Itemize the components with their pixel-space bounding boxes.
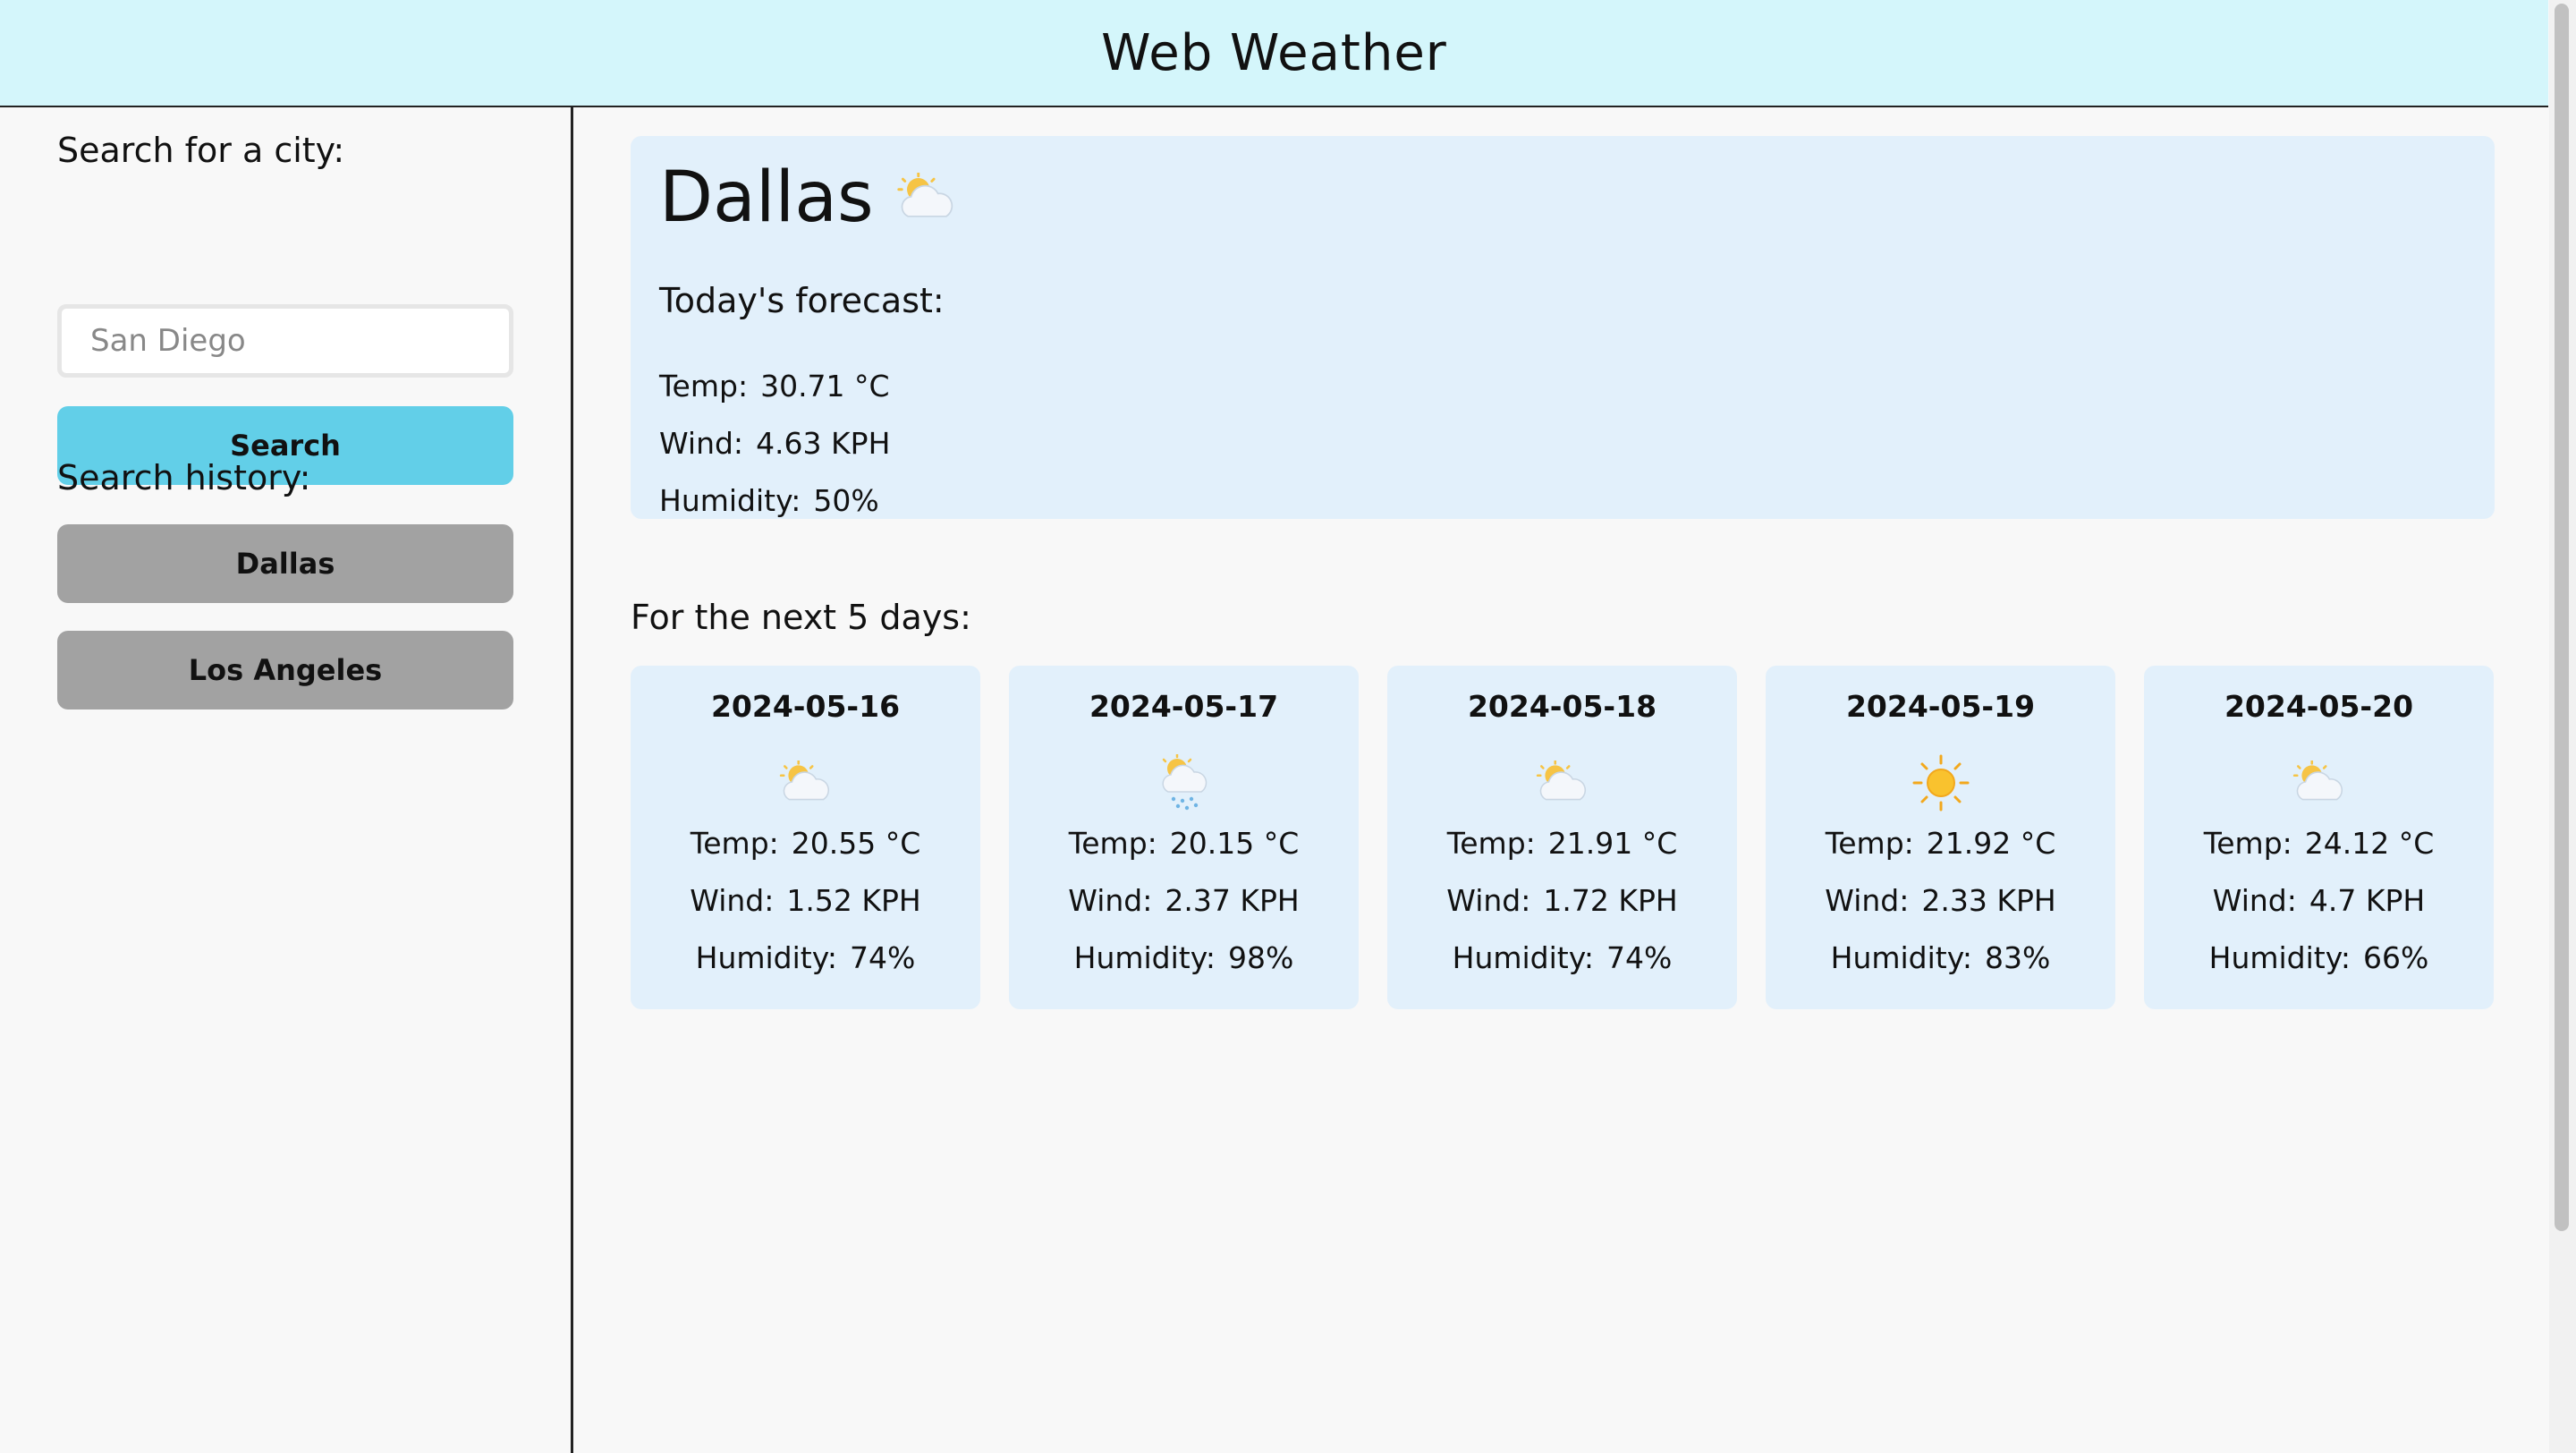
forecast-card: 2024-05-17 Temp: 20.15 °C Wind: 2.37 KPH H… (1009, 666, 1359, 1009)
search-label: Search for a city: (57, 131, 345, 170)
temp-label: Temp: (1068, 825, 1157, 861)
forecast-wind: Wind: 1.52 KPH (690, 871, 920, 929)
wind-label: Wind: (1068, 882, 1153, 918)
forecast-date: 2024-05-16 (710, 689, 901, 724)
temp-value: 21.92 °C (1926, 825, 2056, 861)
humidity-value: 98% (1228, 939, 1294, 975)
search-history-label: Search history: (57, 458, 311, 497)
forecast-humidity: Humidity: 74% (1453, 929, 1673, 986)
today-temp: Temp: 30.71 °C (659, 369, 890, 404)
city-heading: Dallas (659, 157, 960, 238)
forecast-temp: Temp: 21.92 °C (1826, 814, 2056, 871)
history-button-dallas[interactable]: Dallas (57, 524, 513, 603)
wind-label: Wind: (1825, 882, 1910, 918)
temp-value: 30.71 °C (760, 369, 890, 404)
forecast-temp: Temp: 20.15 °C (1069, 814, 1300, 871)
forecast-card: 2024-05-18 Temp: 21.91 °C Wind: 1.72 KPH H… (1387, 666, 1737, 1009)
cloud-sun-rain-icon (1156, 754, 1213, 811)
wind-value: 2.37 KPH (1165, 882, 1300, 918)
main-content: Dallas Today's forecast: Temp: 30.71 °C … (573, 107, 2549, 1453)
temp-value: 21.91 °C (1547, 825, 1678, 861)
forecast-temp: Temp: 20.55 °C (691, 814, 921, 871)
forecast-date: 2024-05-18 (1467, 689, 1657, 724)
cloud-sun-icon (776, 760, 835, 805)
humidity-label: Humidity: (1073, 939, 1216, 975)
forecast-humidity: Humidity: 66% (2209, 929, 2429, 986)
temp-label: Temp: (659, 369, 749, 404)
wind-value: 1.72 KPH (1543, 882, 1678, 918)
today-forecast-card: Dallas Today's forecast: Temp: 30.71 °C … (631, 136, 2495, 519)
humidity-label: Humidity: (1452, 939, 1594, 975)
temp-value: 20.15 °C (1169, 825, 1300, 861)
five-day-label: For the next 5 days: (631, 598, 971, 637)
temp-label: Temp: (1446, 825, 1536, 861)
temp-value: 20.55 °C (791, 825, 921, 861)
wind-label: Wind: (2212, 882, 2297, 918)
forecast-temp: Temp: 24.12 °C (2204, 814, 2435, 871)
humidity-value: 83% (1985, 939, 2051, 975)
today-wind: Wind: 4.63 KPH (659, 426, 890, 461)
forecast-card: 2024-05-19 Temp: 21.92 °C Wind: 2.33 KPH H… (1766, 666, 2115, 1009)
page-scrollbar-thumb[interactable] (2555, 4, 2569, 1231)
wind-label: Wind: (659, 426, 744, 461)
cloud-sun-icon (894, 173, 960, 223)
humidity-label: Humidity: (695, 939, 837, 975)
app-header: Web Weather (0, 0, 2548, 107)
forecast-card: 2024-05-20 Temp: 24.12 °C Wind: 4.7 KPH Hu… (2144, 666, 2494, 1009)
history-button-los-angeles[interactable]: Los Angeles (57, 631, 513, 710)
wind-label: Wind: (1446, 882, 1531, 918)
forecast-date: 2024-05-20 (2224, 689, 2414, 724)
temp-value: 24.12 °C (2304, 825, 2435, 861)
temp-label: Temp: (690, 825, 779, 861)
humidity-value: 50% (813, 483, 879, 518)
forecast-wind: Wind: 4.7 KPH (2213, 871, 2425, 929)
forecast-date: 2024-05-19 (1845, 689, 2036, 724)
wind-label: Wind: (690, 882, 775, 918)
forecast-wind: Wind: 1.72 KPH (1446, 871, 1677, 929)
cloud-sun-icon (2290, 760, 2349, 805)
city-search-input[interactable] (57, 304, 513, 378)
humidity-label: Humidity: (659, 483, 801, 518)
forecast-temp: Temp: 21.91 °C (1447, 814, 1678, 871)
humidity-label: Humidity: (2208, 939, 2351, 975)
sidebar: Search for a city: Search Search history… (0, 107, 573, 1453)
cloud-sun-icon (1533, 760, 1592, 805)
forecast-card: 2024-05-16 Temp: 20.55 °C Wind: 1.52 KPH H… (631, 666, 980, 1009)
forecast-cards: 2024-05-16 Temp: 20.55 °C Wind: 1.52 KPH H… (631, 666, 2495, 1009)
forecast-date: 2024-05-17 (1089, 689, 1279, 724)
forecast-humidity: Humidity: 74% (696, 929, 916, 986)
humidity-value: 74% (850, 939, 916, 975)
wind-value: 1.52 KPH (786, 882, 921, 918)
humidity-value: 74% (1606, 939, 1673, 975)
today-forecast-label: Today's forecast: (659, 281, 945, 320)
humidity-value: 66% (2363, 939, 2429, 975)
city-name: Dallas (659, 157, 874, 238)
forecast-humidity: Humidity: 98% (1074, 929, 1294, 986)
forecast-wind: Wind: 2.37 KPH (1068, 871, 1299, 929)
wind-value: 4.7 KPH (2309, 882, 2426, 918)
forecast-wind: Wind: 2.33 KPH (1825, 871, 2055, 929)
temp-label: Temp: (2203, 825, 2292, 861)
humidity-label: Humidity: (1830, 939, 1972, 975)
sun-icon (1912, 754, 1970, 811)
today-humidity: Humidity: 50% (659, 483, 879, 518)
forecast-humidity: Humidity: 83% (1831, 929, 2051, 986)
wind-value: 2.33 KPH (1921, 882, 2056, 918)
app-title: Web Weather (1101, 23, 1447, 82)
wind-value: 4.63 KPH (756, 426, 891, 461)
temp-label: Temp: (1825, 825, 1914, 861)
